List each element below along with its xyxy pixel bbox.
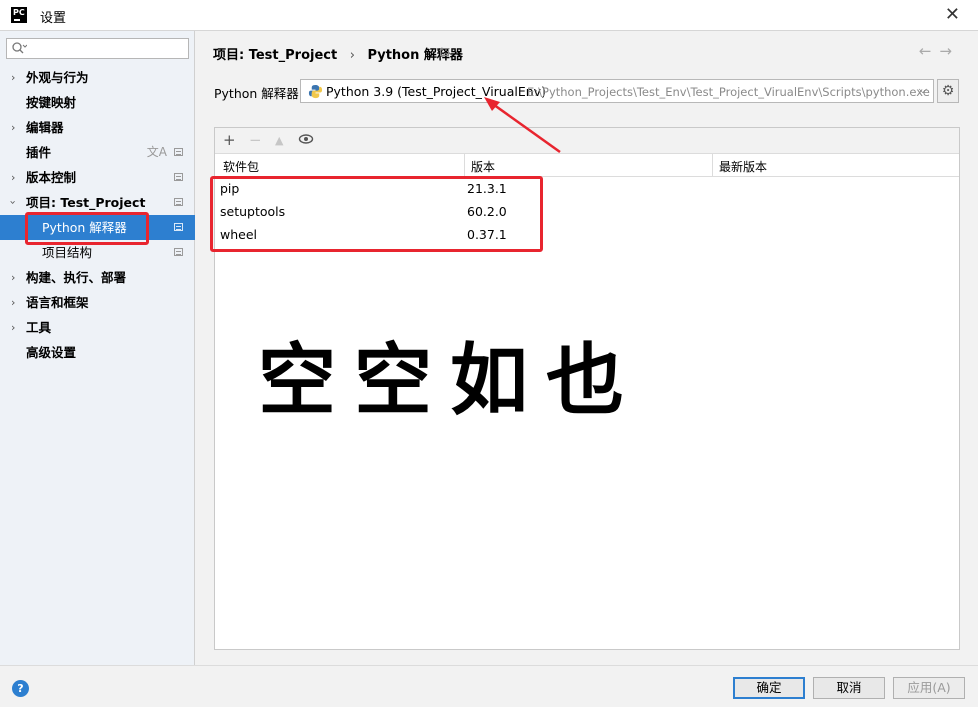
project-scope-icon <box>174 198 183 206</box>
settings-sidebar: › 外观与行为 按键映射 › 编辑器 插件 文A › 版本控制 › 项目: Te… <box>0 31 195 665</box>
close-icon[interactable]: ✕ <box>945 4 960 25</box>
window-title: 设置 <box>40 11 67 26</box>
chevron-right-icon: › <box>11 321 16 334</box>
interpreter-path: E:\Python_Projects\Test_Env\Test_Project… <box>527 85 930 99</box>
project-scope-icon <box>174 248 183 256</box>
translate-icon: 文A <box>146 145 167 159</box>
annotation-box-packages <box>210 176 543 252</box>
sidebar-item-tools[interactable]: › 工具 <box>0 315 195 340</box>
chevron-right-icon: › <box>11 271 16 284</box>
apply-button[interactable]: 应用(A) <box>893 677 965 699</box>
eye-icon[interactable] <box>298 132 314 150</box>
cancel-button[interactable]: 取消 <box>813 677 885 699</box>
column-header-package: 软件包 <box>223 160 260 174</box>
breadcrumb-project: 项目: Test_Project <box>213 48 338 63</box>
sidebar-item-keymap[interactable]: 按键映射 <box>0 90 195 115</box>
project-scope-icon <box>174 223 183 231</box>
chevron-right-icon: › <box>11 71 16 84</box>
column-header-version: 版本 <box>471 160 496 174</box>
help-icon[interactable]: ? <box>12 680 29 697</box>
project-scope-icon <box>174 148 183 156</box>
add-package-icon[interactable]: + <box>223 131 236 149</box>
column-divider <box>464 154 465 177</box>
chevron-right-icon: › <box>11 296 16 309</box>
project-scope-icon <box>440 48 449 56</box>
sidebar-item-vcs[interactable]: › 版本控制 <box>0 165 195 190</box>
search-input[interactable] <box>6 38 189 59</box>
sidebar-item-editor[interactable]: › 编辑器 <box>0 115 195 140</box>
upgrade-package-icon[interactable]: ▲ <box>275 134 283 147</box>
breadcrumb: 项目: Test_Project › Python 解释器 <box>213 44 471 63</box>
chevron-right-icon: › <box>11 171 16 184</box>
dialog-footer: ? 确定 取消 应用(A) <box>0 665 978 707</box>
back-arrow-icon[interactable]: ← <box>919 42 940 60</box>
interpreter-select[interactable]: Python 3.9 (Test_Project_VirualEnv) E:\P… <box>300 79 934 103</box>
annotation-box-sidebar <box>25 212 149 245</box>
annotation-arrow <box>484 97 561 154</box>
column-header-latest: 最新版本 <box>719 160 768 174</box>
gear-icon[interactable]: ⚙ <box>937 79 959 103</box>
chevron-right-icon: › <box>11 121 16 134</box>
project-scope-icon <box>174 173 183 181</box>
watermark-text: 空空如也 <box>258 335 643 426</box>
sidebar-item-build[interactable]: › 构建、执行、部署 <box>0 265 195 290</box>
sidebar-item-appearance[interactable]: › 外观与行为 <box>0 65 195 90</box>
python-icon <box>308 84 323 99</box>
interpreter-label: Python 解释器: <box>214 86 304 101</box>
remove-package-icon[interactable]: − <box>249 131 262 149</box>
packages-table-header: 软件包 版本 最新版本 <box>215 154 959 177</box>
ok-button[interactable]: 确定 <box>733 677 805 699</box>
forward-arrow-icon[interactable]: → <box>939 42 960 60</box>
chevron-down-icon: ⌵ <box>918 83 927 96</box>
history-nav: ←→ <box>919 42 960 60</box>
chevron-down-icon: › <box>6 200 20 205</box>
title-bar: PC 设置 ✕ <box>0 0 978 31</box>
breadcrumb-separator: › <box>349 48 355 63</box>
sidebar-item-plugins[interactable]: 插件 文A <box>0 140 195 165</box>
search-icon <box>12 42 27 54</box>
column-divider <box>712 154 713 177</box>
pycharm-logo-icon: PC <box>11 7 27 23</box>
sidebar-item-languages[interactable]: › 语言和框架 <box>0 290 195 315</box>
sidebar-item-advanced[interactable]: 高级设置 <box>0 340 195 365</box>
packages-toolbar: + − ▲ <box>215 128 959 154</box>
